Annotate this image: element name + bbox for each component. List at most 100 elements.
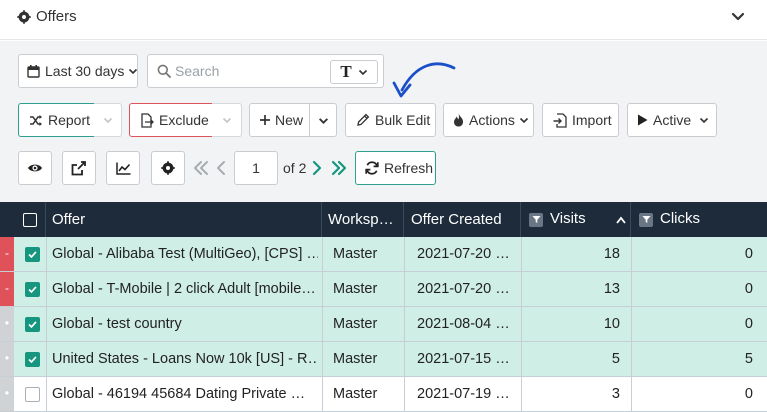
workspace-name: Master — [333, 386, 378, 402]
filter-icon[interactable] — [529, 212, 543, 227]
report-label: Report — [48, 112, 91, 128]
page-title: Offers — [36, 8, 77, 25]
calendar-icon — [27, 64, 40, 78]
table-row[interactable]: • Global - test country Master 2021-08-0… — [0, 307, 767, 342]
column-header-offer[interactable]: Offer — [46, 202, 322, 237]
new-label: New — [275, 112, 304, 128]
import-label: Import — [572, 112, 612, 128]
offer-created-date: 2021-07-19 … — [417, 386, 510, 402]
last-page-icon[interactable] — [331, 158, 347, 178]
table-row[interactable]: • Global - 46194 45684 Dating Private … … — [0, 377, 767, 412]
chevron-down-icon — [222, 117, 231, 124]
table-row[interactable]: • United States - Loans Now 10k [US] - R… — [0, 342, 767, 377]
workspace-name: Master — [333, 316, 378, 332]
eye-icon — [28, 164, 42, 172]
settings-button[interactable] — [151, 151, 185, 185]
column-header-label: Clicks — [660, 210, 700, 227]
status-filter-label: Active — [653, 112, 692, 128]
offer-created-date: 2021-08-04 … — [417, 316, 510, 332]
view-button[interactable] — [18, 151, 52, 185]
search-input[interactable] — [175, 61, 325, 81]
chevron-down-icon — [129, 68, 138, 75]
share-icon — [71, 160, 86, 175]
previous-page-icon[interactable] — [215, 158, 227, 178]
chevron-down-icon — [318, 117, 328, 124]
offer-name[interactable]: Global - T-Mobile | 2 click Adult [mobil… — [52, 272, 318, 307]
visits-value: 5 — [611, 351, 620, 367]
gear-icon — [161, 161, 175, 175]
first-page-icon[interactable] — [193, 158, 209, 178]
row-checkbox[interactable] — [25, 352, 40, 367]
offer-name[interactable]: United States - Loans Now 10k [US] - R… — [52, 342, 318, 377]
exclude-button[interactable]: Exclude — [129, 103, 213, 137]
offer-name[interactable]: Global - 46194 45684 Dating Private … — [52, 377, 318, 412]
row-status-marker: - — [0, 272, 14, 306]
chevron-down-icon — [700, 117, 709, 124]
page-total-label: of 2 — [283, 160, 307, 176]
chart-button[interactable] — [106, 151, 140, 185]
refresh-button[interactable]: Refresh — [355, 151, 436, 185]
table-row[interactable]: - Global - T-Mobile | 2 click Adult [mob… — [0, 272, 767, 307]
gear-icon — [17, 10, 31, 24]
row-status-marker: • — [0, 377, 14, 411]
refresh-icon — [365, 161, 379, 175]
file-import-icon — [553, 112, 567, 128]
column-header-created[interactable]: Offer Created — [404, 202, 521, 237]
offer-name[interactable]: Global - test country — [52, 307, 318, 342]
chevron-down-icon[interactable] — [729, 8, 747, 26]
report-dropdown-toggle[interactable] — [94, 103, 122, 137]
next-page-icon[interactable] — [311, 158, 323, 178]
visits-value: 18 — [603, 246, 620, 262]
page-header: Offers — [0, 0, 767, 40]
row-checkbox[interactable] — [25, 317, 40, 332]
sort-ascending-icon[interactable] — [616, 216, 626, 224]
file-export-icon — [141, 112, 154, 128]
offer-created-date: 2021-07-20 … — [417, 281, 510, 297]
actions-button[interactable]: Actions — [443, 103, 534, 137]
clicks-value: 0 — [744, 246, 753, 262]
actions-label: Actions — [469, 112, 515, 128]
row-checkbox[interactable] — [25, 247, 40, 262]
clicks-value: 0 — [744, 316, 753, 332]
status-filter-button[interactable]: Active — [627, 103, 717, 137]
column-header-workspace[interactable]: Worksp… — [322, 202, 404, 237]
workspace-name: Master — [333, 351, 378, 367]
row-checkbox[interactable] — [25, 282, 40, 297]
page-number-input[interactable] — [234, 151, 278, 185]
table-header: Offer Worksp… Offer Created Visits Click… — [0, 202, 767, 237]
workspace-name: Master — [333, 246, 378, 262]
annotation-arrow-icon — [392, 62, 456, 98]
import-button[interactable]: Import — [542, 103, 619, 137]
header-select-cell — [14, 202, 46, 237]
offer-created-date: 2021-07-15 … — [417, 351, 510, 367]
select-all-checkbox[interactable] — [22, 212, 37, 227]
table-row[interactable]: - Global - Alibaba Test (MultiGeo), [CPS… — [0, 237, 767, 272]
shuffle-icon — [30, 114, 42, 126]
row-checkbox[interactable] — [25, 387, 40, 402]
column-header-visits[interactable]: Visits — [521, 202, 631, 237]
new-split-button: New — [249, 103, 337, 137]
pencil-icon — [357, 113, 370, 126]
row-status-marker: • — [0, 307, 14, 341]
bulk-edit-button[interactable]: Bulk Edit — [345, 103, 436, 137]
new-dropdown-toggle[interactable] — [309, 103, 337, 137]
column-header-label: Worksp… — [328, 211, 394, 228]
fire-icon — [454, 113, 464, 127]
share-button[interactable] — [62, 151, 96, 185]
column-header-clicks[interactable]: Clicks — [631, 202, 767, 237]
date-range-button[interactable]: Last 30 days — [18, 54, 138, 88]
column-header-label: Offer Created — [411, 211, 502, 228]
date-range-label: Last 30 days — [45, 63, 125, 79]
filter-icon[interactable] — [639, 212, 653, 227]
clicks-value: 5 — [744, 351, 753, 367]
offer-name[interactable]: Global - Alibaba Test (MultiGeo), [CPS] … — [52, 237, 318, 272]
chevron-down-icon — [103, 117, 112, 124]
search-box: T — [147, 54, 384, 88]
visits-value: 13 — [603, 281, 620, 297]
report-button[interactable]: Report — [18, 103, 95, 137]
column-header-label: Offer — [52, 211, 86, 228]
new-button[interactable]: New — [249, 103, 310, 137]
search-type-button[interactable]: T — [330, 60, 378, 84]
exclude-dropdown-toggle[interactable] — [212, 103, 242, 137]
workspace-name: Master — [333, 281, 378, 297]
